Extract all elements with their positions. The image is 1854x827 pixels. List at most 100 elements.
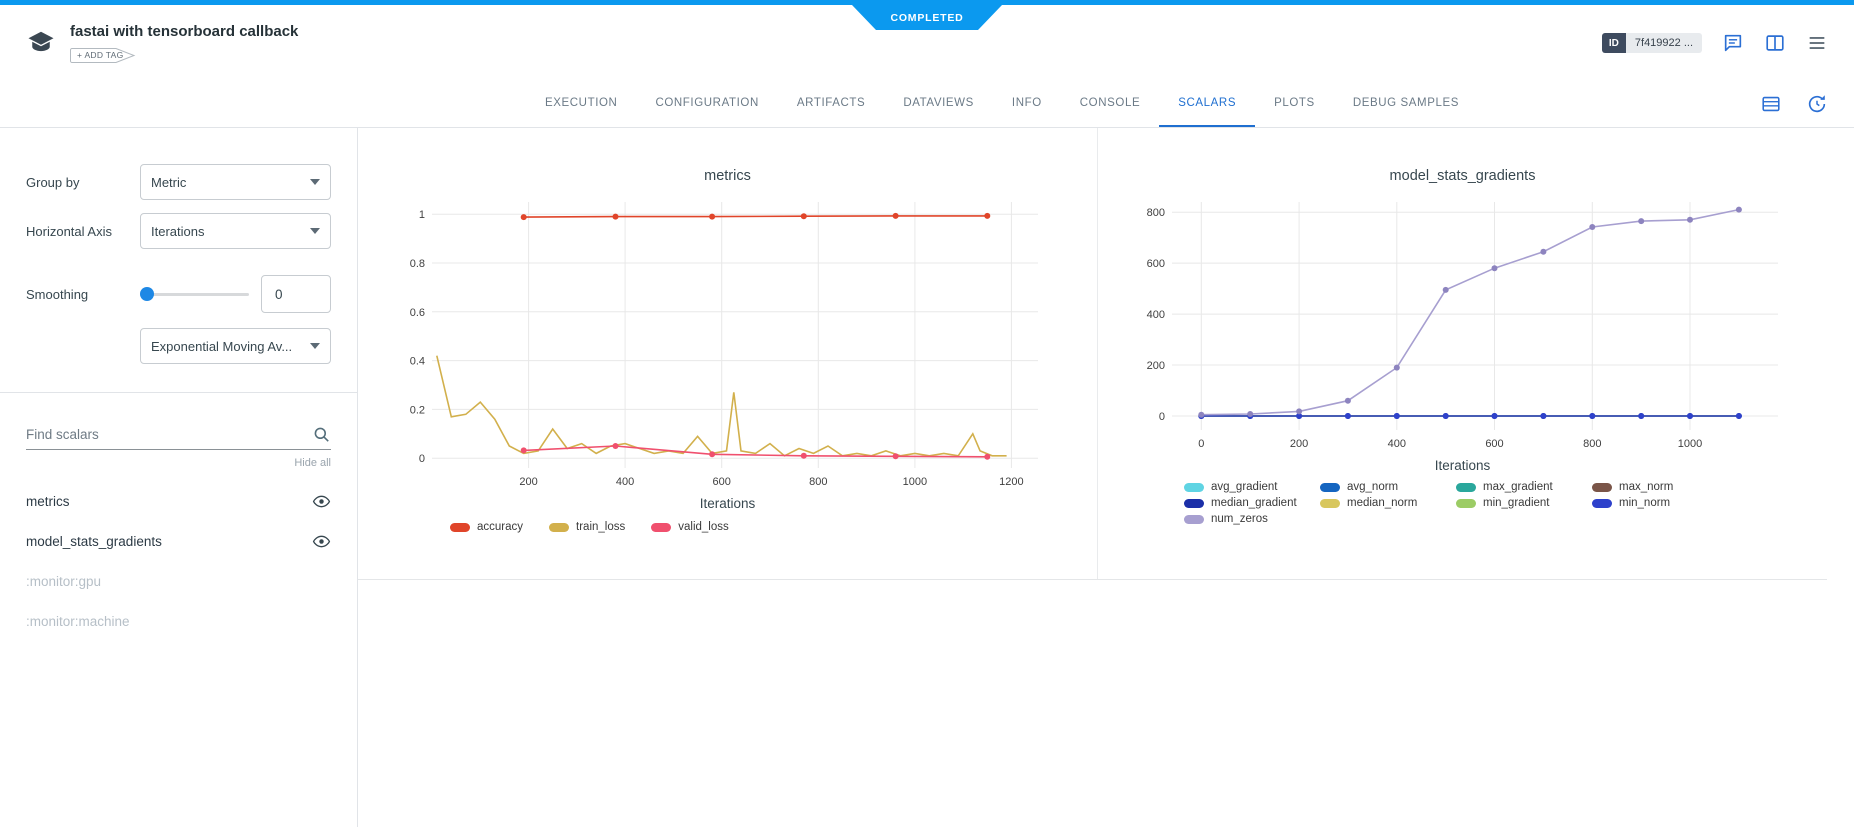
- details-panel-icon[interactable]: [1764, 32, 1786, 54]
- legend-swatch: [1456, 499, 1476, 508]
- tab-debug-samples[interactable]: DEBUG SAMPLES: [1334, 81, 1478, 127]
- legend-item-min_gradient[interactable]: min_gradient: [1456, 497, 1592, 509]
- chart-legend: avg_gradientavg_norm max_gradient max_norm…: [1098, 481, 1738, 529]
- tab-dataviews[interactable]: DATAVIEWS: [884, 81, 993, 127]
- x-axis-label: Iterations: [358, 496, 1097, 511]
- smoothing-slider[interactable]: [140, 287, 249, 301]
- app-logo-icon: [26, 28, 56, 58]
- legend-label: max_gradient: [1483, 481, 1553, 493]
- legend-swatch: [1184, 483, 1204, 492]
- find-scalars-row: [26, 421, 331, 450]
- horizontal-axis-value: Iterations: [151, 224, 304, 239]
- svg-text:0: 0: [1159, 411, 1165, 423]
- legend-label: valid_loss: [678, 521, 729, 533]
- horizontal-axis-select[interactable]: Iterations: [140, 213, 331, 249]
- header-right: ID 7f419922 ...: [1602, 32, 1828, 54]
- charts-area: metrics 00.20.40.60.81200400600800100012…: [358, 128, 1854, 827]
- legend-item-median_norm[interactable]: median_norm: [1320, 497, 1456, 509]
- hide-all-link[interactable]: Hide all: [26, 457, 331, 469]
- svg-text:1000: 1000: [903, 476, 927, 488]
- scalars-sidebar: Group by Metric Horizontal Axis Iteratio…: [0, 128, 358, 827]
- smoothing-type-select[interactable]: Exponential Moving Av...: [140, 328, 331, 364]
- status-text: COMPLETED: [890, 12, 963, 24]
- svg-text:400: 400: [1388, 438, 1406, 450]
- horizontal-axis-row: Horizontal Axis Iterations: [26, 213, 331, 249]
- legend-item-valid_loss[interactable]: valid_loss: [651, 521, 729, 533]
- svg-text:400: 400: [616, 476, 634, 488]
- svg-text:800: 800: [1583, 438, 1601, 450]
- tab-info[interactable]: INFO: [993, 81, 1061, 127]
- svg-text:800: 800: [1147, 207, 1165, 219]
- eye-icon[interactable]: [312, 492, 331, 511]
- svg-text:800: 800: [809, 476, 827, 488]
- eye-icon[interactable]: [312, 532, 331, 551]
- slider-thumb[interactable]: [140, 287, 154, 301]
- status-badge: COMPLETED: [852, 5, 1002, 30]
- svg-text:1200: 1200: [999, 476, 1023, 488]
- experiment-title: fastai with tensorboard callback: [70, 23, 298, 40]
- scalar-label: :monitor:gpu: [26, 574, 101, 589]
- legend-item-accuracy[interactable]: accuracy: [450, 521, 523, 533]
- tab-execution[interactable]: EXECUTION: [526, 81, 637, 127]
- tab-console[interactable]: CONSOLE: [1061, 81, 1159, 127]
- tab-artifacts[interactable]: ARTIFACTS: [778, 81, 884, 127]
- legend-item-train_loss[interactable]: train_loss: [549, 521, 625, 533]
- chart-legend: accuracy train_loss valid_loss: [358, 521, 1097, 533]
- tab-scalars[interactable]: SCALARS: [1159, 81, 1255, 127]
- model-stats-gradients-plot[interactable]: 020040060080002004006008001000: [1126, 194, 1786, 456]
- chart-title: metrics: [358, 168, 1097, 184]
- charts-row: metrics 00.20.40.60.81200400600800100012…: [358, 128, 1827, 580]
- scalar-item-monitor-gpu[interactable]: :monitor:gpu: [26, 561, 331, 601]
- legend-item-max_gradient[interactable]: max_gradient: [1456, 481, 1592, 493]
- comments-icon[interactable]: [1722, 32, 1744, 54]
- menu-icon[interactable]: [1806, 32, 1828, 54]
- chevron-down-icon: [310, 343, 320, 349]
- group-by-label: Group by: [26, 175, 140, 190]
- scalar-item-monitor-machine[interactable]: :monitor:machine: [26, 601, 331, 641]
- tabs: EXECUTION CONFIGURATION ARTIFACTS DATAVI…: [376, 81, 1478, 127]
- legend-item-avg_norm[interactable]: avg_norm: [1320, 481, 1456, 493]
- experiment-id-chip[interactable]: ID 7f419922 ...: [1602, 33, 1702, 53]
- legend-item-min_norm[interactable]: min_norm: [1592, 497, 1728, 509]
- legend-swatch: [1592, 499, 1612, 508]
- auto-refresh-icon[interactable]: [1806, 93, 1828, 115]
- legend-label: train_loss: [576, 521, 625, 533]
- chart-card-metrics: metrics 00.20.40.60.81200400600800100012…: [358, 128, 1098, 579]
- svg-text:0: 0: [419, 453, 425, 465]
- svg-text:200: 200: [1290, 438, 1308, 450]
- svg-text:400: 400: [1147, 309, 1165, 321]
- legend-label: median_gradient: [1211, 497, 1297, 509]
- legend-item-max_norm[interactable]: max_norm: [1592, 481, 1728, 493]
- svg-text:1000: 1000: [1678, 438, 1702, 450]
- metrics-plot[interactable]: 00.20.40.60.8120040060080010001200: [386, 194, 1046, 494]
- legend-item-avg_gradient[interactable]: avg_gradient: [1184, 481, 1320, 493]
- group-by-select[interactable]: Metric: [140, 164, 331, 200]
- chevron-down-icon: [310, 228, 320, 234]
- horizontal-axis-label: Horizontal Axis: [26, 224, 140, 239]
- x-axis-label: Iterations: [1098, 458, 1827, 473]
- table-view-icon[interactable]: [1760, 93, 1782, 115]
- find-scalars-input[interactable]: [26, 421, 331, 450]
- svg-text:0.8: 0.8: [410, 258, 425, 270]
- svg-text:0: 0: [1198, 438, 1204, 450]
- legend-label: median_norm: [1347, 497, 1417, 509]
- legend-label: min_gradient: [1483, 497, 1549, 509]
- svg-text:600: 600: [1147, 258, 1165, 270]
- scalar-list: metrics model_stats_gradients :monitor:g…: [26, 481, 331, 641]
- legend-item-num_zeros[interactable]: num_zeros: [1184, 513, 1320, 525]
- sidebar-divider: [0, 392, 357, 393]
- search-icon[interactable]: [312, 425, 331, 444]
- tab-configuration[interactable]: CONFIGURATION: [636, 81, 777, 127]
- legend-swatch: [450, 523, 470, 532]
- scalar-item-model-stats-gradients[interactable]: model_stats_gradients: [26, 521, 331, 561]
- smoothing-type-row: Exponential Moving Av...: [26, 328, 331, 364]
- svg-text:200: 200: [1147, 360, 1165, 372]
- id-label: ID: [1602, 33, 1626, 53]
- group-by-row: Group by Metric: [26, 164, 331, 200]
- scalar-item-metrics[interactable]: metrics: [26, 481, 331, 521]
- legend-label: max_norm: [1619, 481, 1673, 493]
- smoothing-value-input[interactable]: [261, 275, 331, 313]
- tab-plots[interactable]: PLOTS: [1255, 81, 1334, 127]
- add-tag-button[interactable]: + ADD TAG: [70, 47, 136, 64]
- legend-item-median_gradient[interactable]: median_gradient: [1184, 497, 1320, 509]
